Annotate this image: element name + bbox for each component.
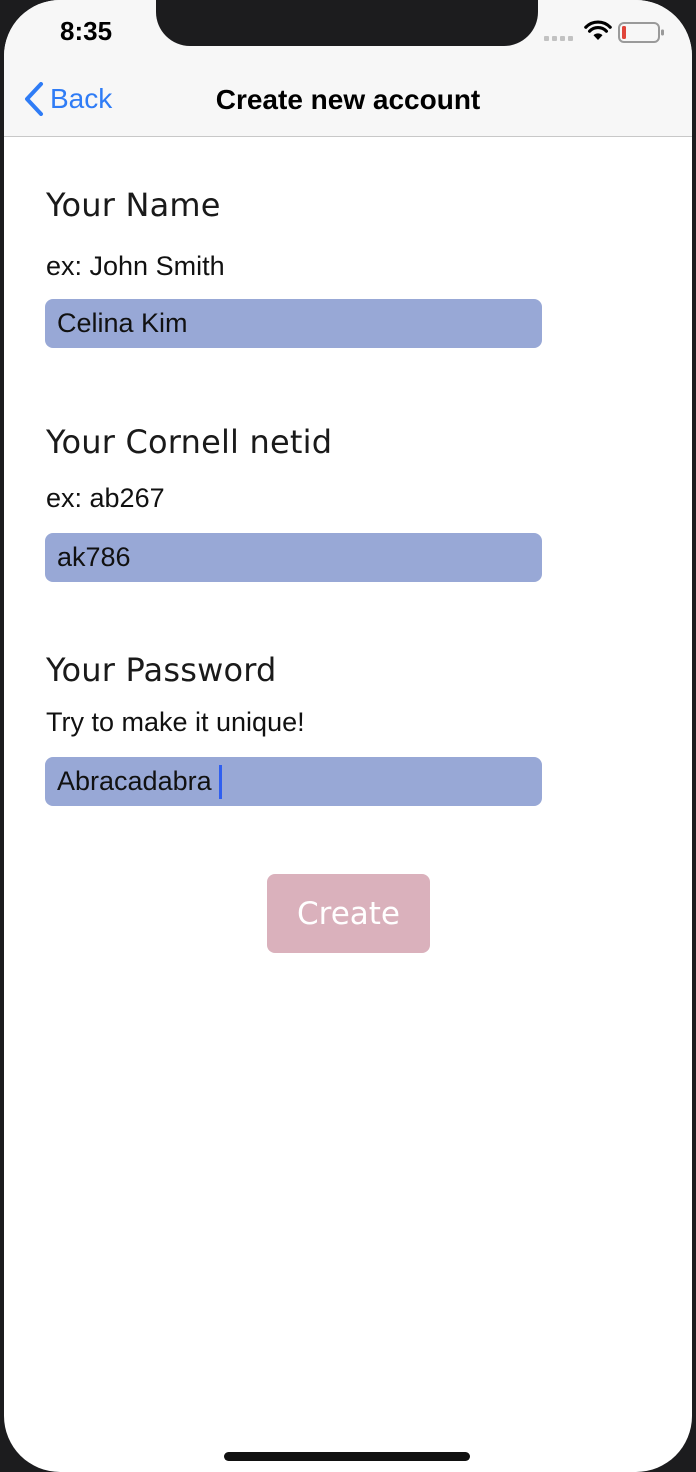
netid-hint: ex: ab267 (46, 483, 165, 513)
home-indicator[interactable] (224, 1452, 470, 1461)
password-section-title: Your Password (46, 651, 277, 689)
name-field[interactable] (45, 299, 542, 348)
battery-low-icon (618, 22, 664, 43)
password-field[interactable] (45, 757, 542, 806)
text-cursor (219, 765, 222, 799)
phone-screen: 8:35 Back Create new account Your Name e… (4, 0, 692, 1472)
page-title: Create new account (215, 84, 481, 115)
cellular-signal-icon (544, 36, 573, 41)
netid-field[interactable] (45, 533, 542, 582)
name-section-title: Your Name (46, 186, 221, 224)
status-time: 8:35 (60, 16, 113, 46)
password-hint: Try to make it unique! (46, 707, 305, 737)
name-hint: ex: John Smith (46, 251, 225, 281)
netid-section-title: Your Cornell netid (46, 423, 333, 461)
status-bar: 8:35 (4, 0, 692, 64)
navigation-bar: Back Create new account (4, 64, 692, 137)
device-notch (156, 0, 538, 46)
create-button[interactable]: Create (267, 874, 430, 953)
wifi-icon (584, 20, 612, 40)
